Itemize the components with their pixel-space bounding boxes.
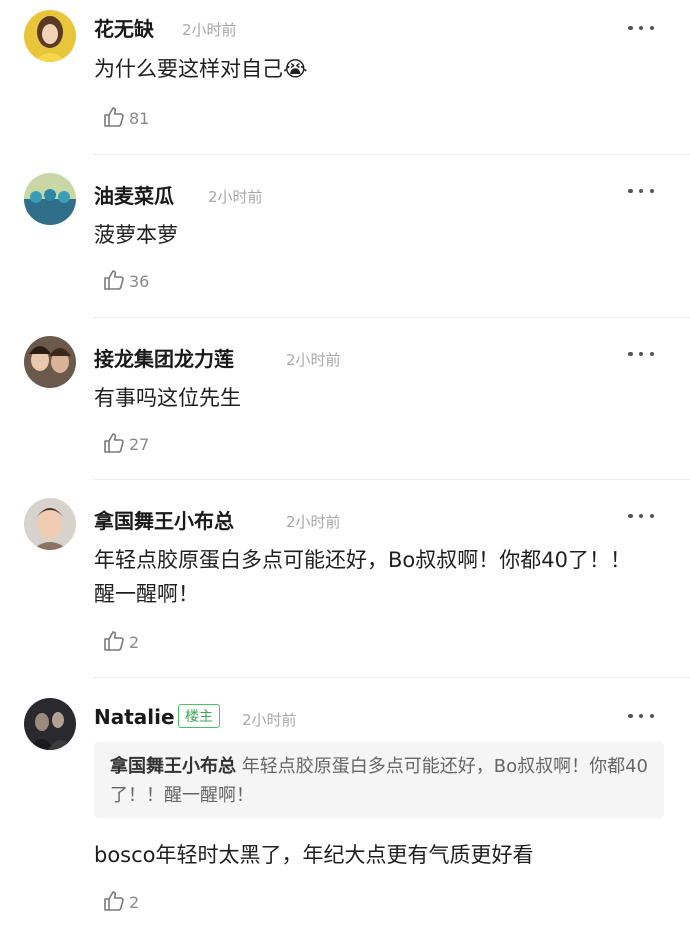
username[interactable]: 花无缺 bbox=[94, 13, 154, 42]
username[interactable]: 油麦菜瓜 bbox=[94, 180, 174, 209]
like-button[interactable]: 27 bbox=[102, 430, 149, 456]
avatar[interactable] bbox=[24, 173, 76, 225]
thumbs-up-icon bbox=[104, 107, 124, 127]
username[interactable]: Natalie bbox=[94, 705, 175, 729]
quoted-username: 拿国舞王小布总 bbox=[110, 756, 236, 777]
more-icon[interactable] bbox=[628, 512, 654, 520]
like-count: 27 bbox=[129, 434, 150, 454]
timestamp: 2小时前 bbox=[286, 351, 341, 369]
thumbs-up-icon bbox=[104, 891, 124, 911]
like-count: 2 bbox=[129, 892, 140, 912]
username[interactable]: 拿国舞王小布总 bbox=[94, 505, 234, 534]
avatar[interactable] bbox=[24, 498, 76, 550]
thumbs-up-icon bbox=[104, 433, 124, 453]
timestamp: 2小时前 bbox=[286, 513, 341, 531]
comment-item: 拿国舞王小布总 2小时前 年轻点胶原蛋白多点可能还好，Bo叔叔啊！你都40了！！… bbox=[0, 480, 690, 678]
avatar[interactable] bbox=[24, 336, 76, 388]
comment-text: 有事吗这位先生 bbox=[94, 386, 241, 410]
like-button[interactable]: 2 bbox=[102, 888, 139, 914]
comment-text: 为什么要这样对自己😭 bbox=[94, 57, 308, 81]
like-button[interactable]: 2 bbox=[102, 628, 139, 654]
more-icon[interactable] bbox=[628, 712, 654, 720]
like-count: 36 bbox=[129, 271, 150, 291]
comment-item: 接龙集团龙力莲 2小时前 有事吗这位先生 27 bbox=[0, 318, 690, 480]
like-button[interactable]: 36 bbox=[102, 267, 149, 293]
like-count: 2 bbox=[129, 632, 140, 652]
comment-text: bosco年轻时太黑了，年纪大点更有气质更好看 bbox=[94, 843, 534, 867]
timestamp: 2小时前 bbox=[242, 711, 297, 729]
more-icon[interactable] bbox=[628, 350, 654, 358]
like-count: 81 bbox=[129, 108, 150, 128]
more-icon[interactable] bbox=[628, 24, 654, 32]
more-icon[interactable] bbox=[628, 187, 654, 195]
comment-item: 花无缺 2小时前 为什么要这样对自己😭 81 bbox=[0, 0, 690, 155]
avatar[interactable] bbox=[24, 10, 76, 62]
avatar[interactable] bbox=[24, 698, 76, 750]
comment-text: 菠萝本萝 bbox=[94, 223, 178, 247]
username[interactable]: 接龙集团龙力莲 bbox=[94, 343, 234, 372]
timestamp: 2小时前 bbox=[182, 21, 237, 39]
comment-item: 油麦菜瓜 2小时前 菠萝本萝 36 bbox=[0, 155, 690, 318]
thumbs-up-icon bbox=[104, 631, 124, 651]
op-badge: 楼主 bbox=[178, 704, 220, 728]
comment-item: Natalie 楼主 2小时前 拿国舞王小布总 年轻点胶原蛋白多点可能还好，Bo… bbox=[0, 678, 690, 934]
thumbs-up-icon bbox=[104, 270, 124, 290]
quoted-reply[interactable]: 拿国舞王小布总 年轻点胶原蛋白多点可能还好，Bo叔叔啊！你都40了！！醒一醒啊！ bbox=[94, 742, 664, 818]
comment-text: 年轻点胶原蛋白多点可能还好，Bo叔叔啊！你都40了！！醒一醒啊！ bbox=[94, 548, 631, 606]
like-button[interactable]: 81 bbox=[102, 104, 149, 130]
timestamp: 2小时前 bbox=[208, 188, 263, 206]
